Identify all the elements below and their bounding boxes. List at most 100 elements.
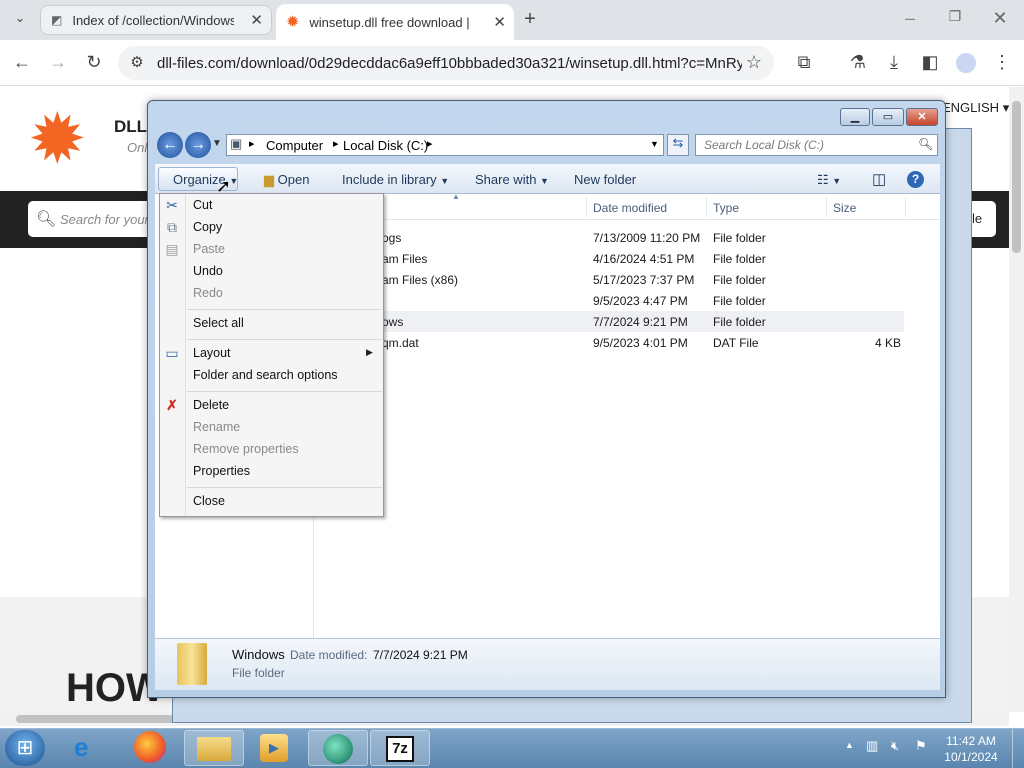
forward-icon[interactable]: → — [185, 132, 211, 158]
app-taskbar-button[interactable] — [308, 730, 368, 766]
details-name: Windows — [232, 647, 285, 662]
tab-index-collection[interactable]: ◩ Index of /collection/Windows ✕ — [40, 5, 272, 35]
restore-icon[interactable]: ❐ — [943, 8, 967, 25]
labs-flask-icon[interactable]: ⚗ — [846, 52, 870, 73]
forward-icon[interactable]: → — [46, 52, 70, 73]
column-type[interactable]: Type — [713, 201, 739, 215]
menu-item-properties[interactable]: Properties — [193, 464, 250, 478]
menu-item-redo[interactable]: Redo — [193, 286, 223, 300]
file-type: File folder — [713, 273, 766, 287]
menu-item-delete[interactable]: Delete — [193, 398, 229, 412]
close-tab-icon[interactable]: ✕ — [250, 11, 263, 29]
breadcrumb-arrow-icon[interactable]: ▸ — [333, 137, 339, 150]
search-icon[interactable]: 🔍︎ — [918, 137, 933, 151]
menu-gutter — [185, 194, 186, 516]
file-row-selected[interactable]: ows 7/7/2024 9:21 PM File folder — [314, 311, 904, 332]
file-row[interactable]: ogs 7/13/2009 11:20 PM File folder — [314, 227, 904, 248]
column-divider — [586, 197, 587, 217]
explorer-address-bar[interactable]: ▣ ▸ Computer ▸ Local Disk (C:) ▸ ▼ — [226, 134, 664, 156]
folder-icon — [177, 643, 207, 685]
back-icon[interactable]: ← — [157, 132, 183, 158]
share-with-button[interactable]: Share with ▼ — [475, 172, 549, 187]
help-icon[interactable]: ? — [907, 171, 924, 188]
media-player-icon[interactable]: ▶ — [260, 734, 288, 762]
change-view-icon[interactable]: ☷ ▼ — [817, 172, 841, 188]
tab-winsetup-dll[interactable]: ✹ winsetup.dll free download | D ✕ — [276, 4, 514, 40]
menu-item-copy[interactable]: Copy — [193, 220, 222, 234]
minimize-icon[interactable]: – — [898, 8, 922, 29]
7zip-taskbar-button[interactable]: 7z — [370, 730, 430, 766]
bookmark-star-icon[interactable]: ☆ — [742, 52, 766, 73]
globe-app-icon — [323, 734, 353, 764]
file-name: ows — [382, 315, 404, 329]
menu-item-folder-options[interactable]: Folder and search options — [193, 368, 338, 382]
menu-item-close[interactable]: Close — [193, 494, 225, 508]
column-size[interactable]: Size — [833, 201, 856, 215]
menu-item-rename[interactable]: Rename — [193, 420, 240, 434]
side-panel-icon[interactable]: ◧ — [918, 52, 942, 73]
volume-muted-icon[interactable]: 🔇︎ — [891, 738, 899, 754]
close-tab-icon[interactable]: ✕ — [493, 13, 506, 31]
address-dropdown-icon[interactable]: ▼ — [650, 139, 659, 149]
site-info-icon[interactable]: ⚙ — [125, 53, 149, 71]
maximize-button[interactable]: ▭ — [872, 108, 904, 126]
file-type: File folder — [713, 315, 766, 329]
close-window-icon[interactable]: ✕ — [988, 8, 1012, 29]
menu-item-cut[interactable]: Cut — [193, 198, 212, 212]
clock-time: 11:42 AM — [946, 734, 996, 748]
breadcrumb-arrow-icon[interactable]: ▸ — [249, 137, 255, 150]
menu-item-paste[interactable]: Paste — [193, 242, 225, 256]
details-pane: Windows Date modified: 7/7/2024 9:21 PM … — [155, 638, 940, 690]
url-text[interactable]: dll-files.com/download/0d29decddac6a9eff… — [157, 55, 742, 72]
explorer-taskbar-button[interactable] — [184, 730, 244, 766]
menu-separator — [187, 391, 382, 392]
file-row[interactable]: am Files 4/16/2024 4:51 PM File folder — [314, 248, 904, 269]
internet-explorer-icon[interactable]: e — [74, 732, 88, 763]
firefox-icon[interactable] — [134, 731, 166, 763]
menu-item-remove-properties[interactable]: Remove properties — [193, 442, 299, 456]
chrome-menu-icon[interactable]: ⋮ — [990, 52, 1014, 73]
menu-item-undo[interactable]: Undo — [193, 264, 223, 278]
action-center-flag-icon[interactable]: ⚑ — [915, 738, 927, 754]
new-tab-icon[interactable]: + — [518, 8, 542, 31]
refresh-icon[interactable]: ⇆ — [667, 134, 689, 156]
scroll-thumb[interactable] — [1012, 101, 1021, 253]
language-selector[interactable]: ENGLISH ▾ — [942, 100, 1009, 116]
taskbar-clock[interactable]: 11:42 AM 10/1/2024 — [940, 733, 1002, 765]
extensions-icon[interactable]: ⧉ — [792, 52, 816, 73]
file-row[interactable]: qm.dat 9/5/2023 4:01 PM DAT File 4 KB — [314, 332, 904, 353]
menu-item-layout[interactable]: Layout — [193, 346, 231, 360]
include-in-library-button[interactable]: Include in library ▼ — [342, 172, 449, 187]
file-row[interactable]: 9/5/2023 4:47 PM File folder — [314, 290, 904, 311]
details-type: File folder — [232, 666, 285, 680]
page-vertical-scrollbar[interactable] — [1009, 87, 1024, 712]
recent-pages-dropdown-icon[interactable]: ▼ — [212, 138, 222, 149]
tab-search-dropdown-icon[interactable]: ⌄ — [8, 10, 32, 26]
download-icon[interactable]: ⤓ — [882, 52, 906, 73]
network-icon[interactable]: ▥ — [866, 738, 878, 754]
breadcrumb-local-disk[interactable]: Local Disk (C:) — [343, 138, 428, 153]
new-folder-button[interactable]: New folder — [574, 172, 636, 187]
column-date-modified[interactable]: Date modified — [593, 201, 667, 215]
preview-pane-icon[interactable]: ◫ — [872, 170, 886, 188]
menu-separator — [187, 339, 382, 340]
breadcrumb-computer[interactable]: Computer — [266, 138, 323, 153]
file-date: 9/5/2023 4:01 PM — [593, 336, 688, 350]
menu-item-select-all[interactable]: Select all — [193, 316, 244, 330]
close-button[interactable]: ✕ — [906, 108, 938, 126]
include-label: Include in library — [342, 172, 437, 187]
show-hidden-icons-icon[interactable]: ▲ — [845, 740, 854, 750]
back-icon[interactable]: ← — [10, 52, 34, 73]
file-name: qm.dat — [382, 336, 419, 350]
breadcrumb-arrow-icon[interactable]: ▸ — [427, 137, 433, 150]
minimize-button[interactable]: ▁ — [840, 108, 870, 126]
file-row[interactable]: am Files (x86) 5/17/2023 7:37 PM File fo… — [314, 269, 904, 290]
show-desktop-button[interactable] — [1012, 729, 1024, 768]
start-button[interactable]: ⊞ — [5, 730, 45, 766]
explorer-search-input[interactable]: Search Local Disk (C:) 🔍︎ — [695, 134, 938, 156]
open-button[interactable]: ▆ Open — [264, 172, 309, 188]
profile-avatar[interactable] — [956, 53, 976, 73]
mouse-cursor-icon: ➚ — [216, 176, 232, 196]
folder-icon: ▆ — [264, 172, 274, 187]
reload-icon[interactable]: ↻ — [82, 52, 106, 73]
